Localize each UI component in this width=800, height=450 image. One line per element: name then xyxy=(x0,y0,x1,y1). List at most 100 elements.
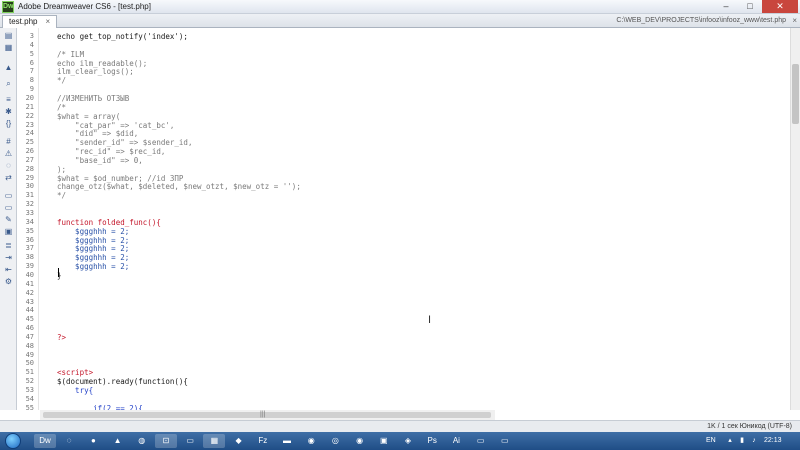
window-title: Adobe Dreamweaver CS6 - [test.php] xyxy=(18,2,151,11)
taskbar-app-button[interactable]: ◌ xyxy=(58,434,80,448)
taskbar-app-button[interactable]: ▭ xyxy=(179,434,201,448)
code-line[interactable]: "sender_id" => $sender_id, xyxy=(57,138,192,147)
remove-comment-icon[interactable]: ▭ xyxy=(3,204,14,212)
close-button[interactable]: ✕ xyxy=(762,0,798,13)
line-number: 50 xyxy=(25,359,34,368)
status-bar: 1K / 1 сек Юникод (UTF-8) xyxy=(0,420,800,432)
zoom-icon[interactable]: ⌕ xyxy=(3,80,14,88)
dreamweaver-app-icon: Dw xyxy=(2,1,14,13)
horizontal-scroll-thumb[interactable]: ||| xyxy=(43,411,491,418)
code-line[interactable]: "rec_id" => $rec_id, xyxy=(57,147,165,156)
input-language-indicator[interactable]: EN xyxy=(706,436,716,446)
taskbar-app-button[interactable]: ◉ xyxy=(349,434,371,448)
syntax-error-alerts-icon[interactable]: ◌ xyxy=(3,162,14,170)
code-line[interactable]: "did" => $did, xyxy=(57,129,138,138)
taskbar-app-button[interactable]: Dw xyxy=(34,434,56,448)
line-number: 30 xyxy=(25,182,34,191)
open-documents-icon[interactable]: ▤ xyxy=(3,32,14,40)
wrap-tag-icon[interactable]: ✎ xyxy=(3,216,14,224)
tray-arrow-icon[interactable]: ▴ xyxy=(726,436,734,446)
taskbar-app-button[interactable]: ▣ xyxy=(373,434,395,448)
line-numbers-icon[interactable]: # xyxy=(3,138,14,146)
clock[interactable]: 22:13 xyxy=(764,436,782,446)
code-line[interactable]: ilm_clear_logs(); xyxy=(57,67,134,76)
taskbar-app-button[interactable]: ▭ xyxy=(470,434,492,448)
taskbar-app-button[interactable]: ◉ xyxy=(300,434,322,448)
line-number: 48 xyxy=(25,341,34,350)
code-line[interactable]: change_otz($what, $deleted, $new_otzt, $… xyxy=(57,182,301,191)
line-number: 37 xyxy=(25,244,34,253)
taskbar-app-button[interactable]: ⊡ xyxy=(155,434,177,448)
line-number: 31 xyxy=(25,191,34,200)
tab-test-php[interactable]: test.php × xyxy=(2,15,58,28)
line-number: 5 xyxy=(29,49,34,58)
line-number: 41 xyxy=(25,279,34,288)
code-line[interactable]: ?> xyxy=(57,333,66,342)
horizontal-scrollbar[interactable]: ||| xyxy=(40,410,495,420)
window-controls: – □ ✕ xyxy=(714,0,798,13)
taskbar-app-button[interactable]: Ai xyxy=(445,434,467,448)
line-number: 32 xyxy=(25,200,34,209)
code-line[interactable]: $(document).ready(function(){ xyxy=(57,377,188,386)
taskbar-app-button[interactable]: Ps xyxy=(421,434,443,448)
taskbar-app-button[interactable]: ▬ xyxy=(276,434,298,448)
expand-all-icon[interactable]: ≡ xyxy=(3,96,14,104)
code-line[interactable]: */ xyxy=(57,191,66,200)
code-line[interactable]: ); xyxy=(57,165,66,174)
windows-taskbar: EN ▴ ▮ ♪ 22:13 Dw ◌ ● ▲ ◍ ⊡ ▭ ▦ ◆ Fz ▬ ◉ ◎ ◉ ▣ ◈ Ps Ai ▭ ▭ xyxy=(0,432,800,450)
taskbar-app-button[interactable]: ▲ xyxy=(107,434,129,448)
taskbar-app-button[interactable]: ◍ xyxy=(131,434,153,448)
code-line[interactable]: $ggghhh = 2; xyxy=(57,244,129,253)
recent-snippets-icon[interactable]: ▣ xyxy=(3,228,14,236)
code-editor[interactable]: echo get_top_notify('index'); /* ILM echo … xyxy=(40,28,790,410)
indent-code-icon[interactable]: ⇥ xyxy=(3,254,14,262)
close-document-icon[interactable]: × xyxy=(792,16,797,26)
format-source-icon[interactable]: ⚙ xyxy=(3,278,14,286)
volume-icon[interactable]: ♪ xyxy=(750,436,758,446)
taskbar-app-button[interactable]: ◎ xyxy=(324,434,346,448)
collapse-tag-icon[interactable]: ▲ xyxy=(3,64,14,72)
balance-braces-icon[interactable]: {} xyxy=(3,120,14,128)
code-line[interactable]: try{ xyxy=(57,386,93,395)
select-parent-tag-icon[interactable]: ✱ xyxy=(3,108,14,116)
taskbar-app-button[interactable]: ● xyxy=(82,434,104,448)
code-line[interactable]: "cat_par" => 'cat_bc', xyxy=(57,121,174,130)
taskbar-app-button[interactable]: Fz xyxy=(252,434,274,448)
start-button[interactable] xyxy=(5,433,21,449)
code-line[interactable]: $ggghhh = 2; xyxy=(57,262,129,271)
network-icon[interactable]: ▮ xyxy=(738,436,746,446)
vertical-scroll-thumb[interactable] xyxy=(792,64,799,124)
highlight-invalid-code-icon[interactable]: ⚠ xyxy=(3,150,14,158)
code-line[interactable]: $ggghhh = 2; xyxy=(57,236,129,245)
code-line[interactable]: /* ILM xyxy=(57,50,84,59)
code-line[interactable]: echo get_top_notify('index'); xyxy=(57,32,188,41)
maximize-button[interactable]: □ xyxy=(738,0,762,13)
apply-comment-icon[interactable]: ▭ xyxy=(3,192,14,200)
code-line[interactable]: $ggghhh = 2; xyxy=(57,253,129,262)
code-line[interactable]: function folded_func(){ xyxy=(57,218,161,227)
vertical-scrollbar[interactable] xyxy=(790,28,800,410)
code-line[interactable]: //ИЗМЕНИТЬ ОТЗЫВ xyxy=(57,94,129,103)
coding-toolbar: ▤ ▦ ▲ ⌕ ≡ ✱ {} # ⚠ ◌ ⇄ ▭ ▭ ✎ ▣ ≣ ⇥ ⇤ ⚙ xyxy=(0,28,17,410)
taskbar-app-button[interactable]: ▭ xyxy=(494,434,516,448)
minimize-button[interactable]: – xyxy=(714,0,738,13)
code-line[interactable]: $ggghhh = 2; xyxy=(57,227,129,236)
move-css-icon[interactable]: ≣ xyxy=(3,242,14,250)
code-line[interactable]: "base_id" => 0, xyxy=(57,156,143,165)
word-wrap-icon[interactable]: ⇄ xyxy=(3,174,14,182)
taskbar-app-button[interactable]: ◈ xyxy=(397,434,419,448)
code-line[interactable]: <script> xyxy=(57,368,93,377)
line-number: 4 xyxy=(29,40,34,49)
taskbar-app-button[interactable]: ◆ xyxy=(228,434,250,448)
line-number: 34 xyxy=(25,217,34,226)
line-number: 39 xyxy=(25,262,34,271)
show-code-navigator-icon[interactable]: ▦ xyxy=(3,44,14,52)
code-line[interactable]: echo ilm_readable(); xyxy=(57,59,147,68)
code-line[interactable]: /* xyxy=(57,103,66,112)
code-line[interactable]: */ xyxy=(57,76,66,85)
tab-close-icon[interactable]: × xyxy=(45,17,50,26)
outdent-code-icon[interactable]: ⇤ xyxy=(3,266,14,274)
code-line[interactable]: $what = array( xyxy=(57,112,120,121)
taskbar-app-button[interactable]: ▦ xyxy=(203,434,226,448)
code-line[interactable]: $what = $od_number; //id ЗПР xyxy=(57,174,183,183)
